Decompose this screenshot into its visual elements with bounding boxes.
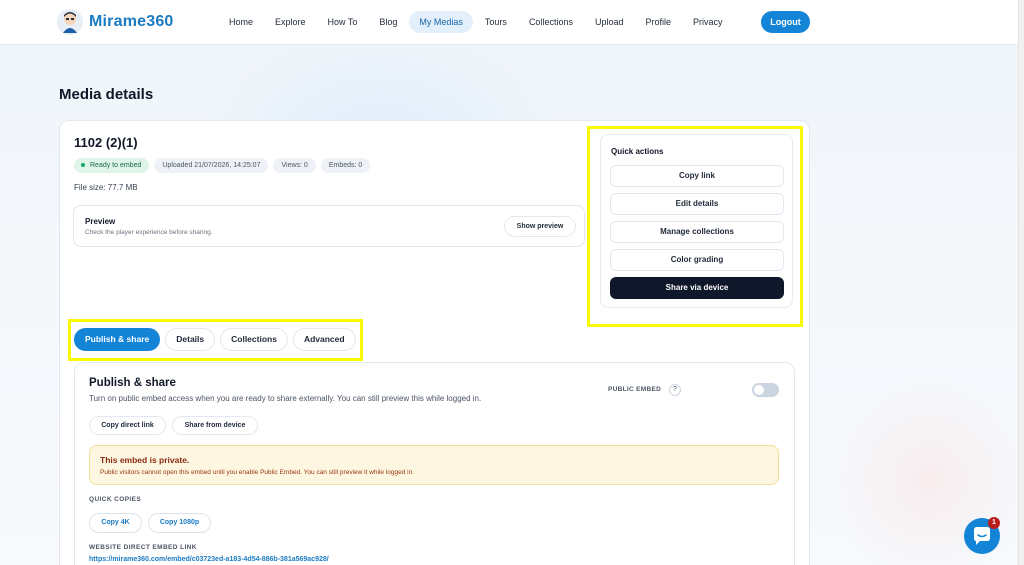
nav-link-privacy[interactable]: Privacy — [683, 11, 733, 33]
copy-1080p-button[interactable]: Copy 1080p — [148, 513, 211, 533]
preview-subtitle: Check the player experience before shari… — [85, 229, 213, 236]
edit-details-button[interactable]: Edit details — [610, 193, 784, 215]
quick-copies-label: QUICK COPIES — [89, 496, 142, 503]
media-title: 1102 (2)(1) — [74, 135, 138, 150]
nav-link-explore[interactable]: Explore — [265, 11, 316, 33]
help-icon[interactable]: ? — [669, 384, 681, 396]
nav-links: Home Explore How To Blog My Medias Tours… — [219, 11, 735, 33]
uploaded-badge: Uploaded 21/07/2026, 14:25:07 — [154, 158, 269, 173]
publish-subtitle: Turn on public embed access when you are… — [89, 394, 482, 403]
publish-title: Publish & share — [89, 377, 176, 389]
share-from-device-button[interactable]: Share from device — [172, 416, 258, 435]
nav-link-home[interactable]: Home — [219, 11, 263, 33]
manage-collections-button[interactable]: Manage collections — [610, 221, 784, 243]
embed-link-label: WEBSITE DIRECT EMBED LINK — [89, 544, 197, 551]
warning-title: This embed is private. — [100, 455, 190, 465]
embeds-badge: Embeds: 0 — [320, 158, 371, 173]
embed-link[interactable]: https://mirame360.com/embed/c03723ed-a18… — [89, 556, 329, 563]
public-embed-label: PUBLIC EMBED — [608, 386, 662, 393]
copy-direct-link-button[interactable]: Copy direct link — [89, 416, 166, 435]
warning-text: Public visitors cannot open this embed u… — [100, 469, 414, 476]
tab-advanced[interactable]: Advanced — [292, 328, 356, 351]
nav-link-my-medias[interactable]: My Medias — [409, 11, 473, 33]
color-grading-button[interactable]: Color grading — [610, 249, 784, 271]
chat-notification-badge: 1 — [988, 517, 1000, 529]
nav-link-how-to[interactable]: How To — [318, 11, 368, 33]
brand-logo[interactable]: Mirame360 — [57, 8, 174, 36]
top-nav: Mirame360 Home Explore How To Blog My Me… — [0, 0, 1018, 45]
quick-actions-title: Quick actions — [611, 147, 664, 156]
private-warning: This embed is private. Public visitors c… — [89, 445, 779, 485]
nav-link-profile[interactable]: Profile — [636, 11, 682, 33]
status-badge: Ready to embed — [74, 158, 150, 173]
tab-collections[interactable]: Collections — [220, 328, 288, 351]
mascot-icon — [57, 8, 83, 36]
tab-publish-share[interactable]: Publish & share — [74, 328, 161, 351]
show-preview-button[interactable]: Show preview — [504, 216, 576, 237]
nav-link-blog[interactable]: Blog — [369, 11, 407, 33]
logout-button[interactable]: Logout — [761, 11, 810, 33]
preview-title: Preview — [85, 217, 116, 226]
tab-details[interactable]: Details — [165, 328, 216, 351]
public-embed-toggle[interactable] — [752, 383, 779, 397]
page: Mirame360 Home Explore How To Blog My Me… — [0, 0, 1024, 565]
page-scrollbar[interactable] — [1018, 0, 1024, 565]
copy-4k-button[interactable]: Copy 4K — [89, 513, 142, 533]
views-badge: Views: 0 — [273, 158, 316, 173]
nav-link-tours[interactable]: Tours — [475, 11, 517, 33]
brand-name: Mirame360 — [89, 13, 174, 30]
file-size: File size: 77.7 MB — [74, 183, 138, 192]
nav-link-upload[interactable]: Upload — [585, 11, 634, 33]
share-via-device-button[interactable]: Share via device — [610, 277, 784, 299]
detail-tabs: Publish & share Details Collections Adva… — [74, 328, 361, 351]
page-title: Media details — [59, 86, 154, 103]
copy-link-button[interactable]: Copy link — [610, 165, 784, 187]
media-badges: Ready to embed Uploaded 21/07/2026, 14:2… — [74, 158, 375, 173]
nav-link-collections[interactable]: Collections — [519, 11, 583, 33]
preview-panel: Preview Check the player experience befo… — [73, 205, 585, 247]
quick-actions-panel: Quick actions Copy link Edit details Man… — [600, 134, 793, 308]
